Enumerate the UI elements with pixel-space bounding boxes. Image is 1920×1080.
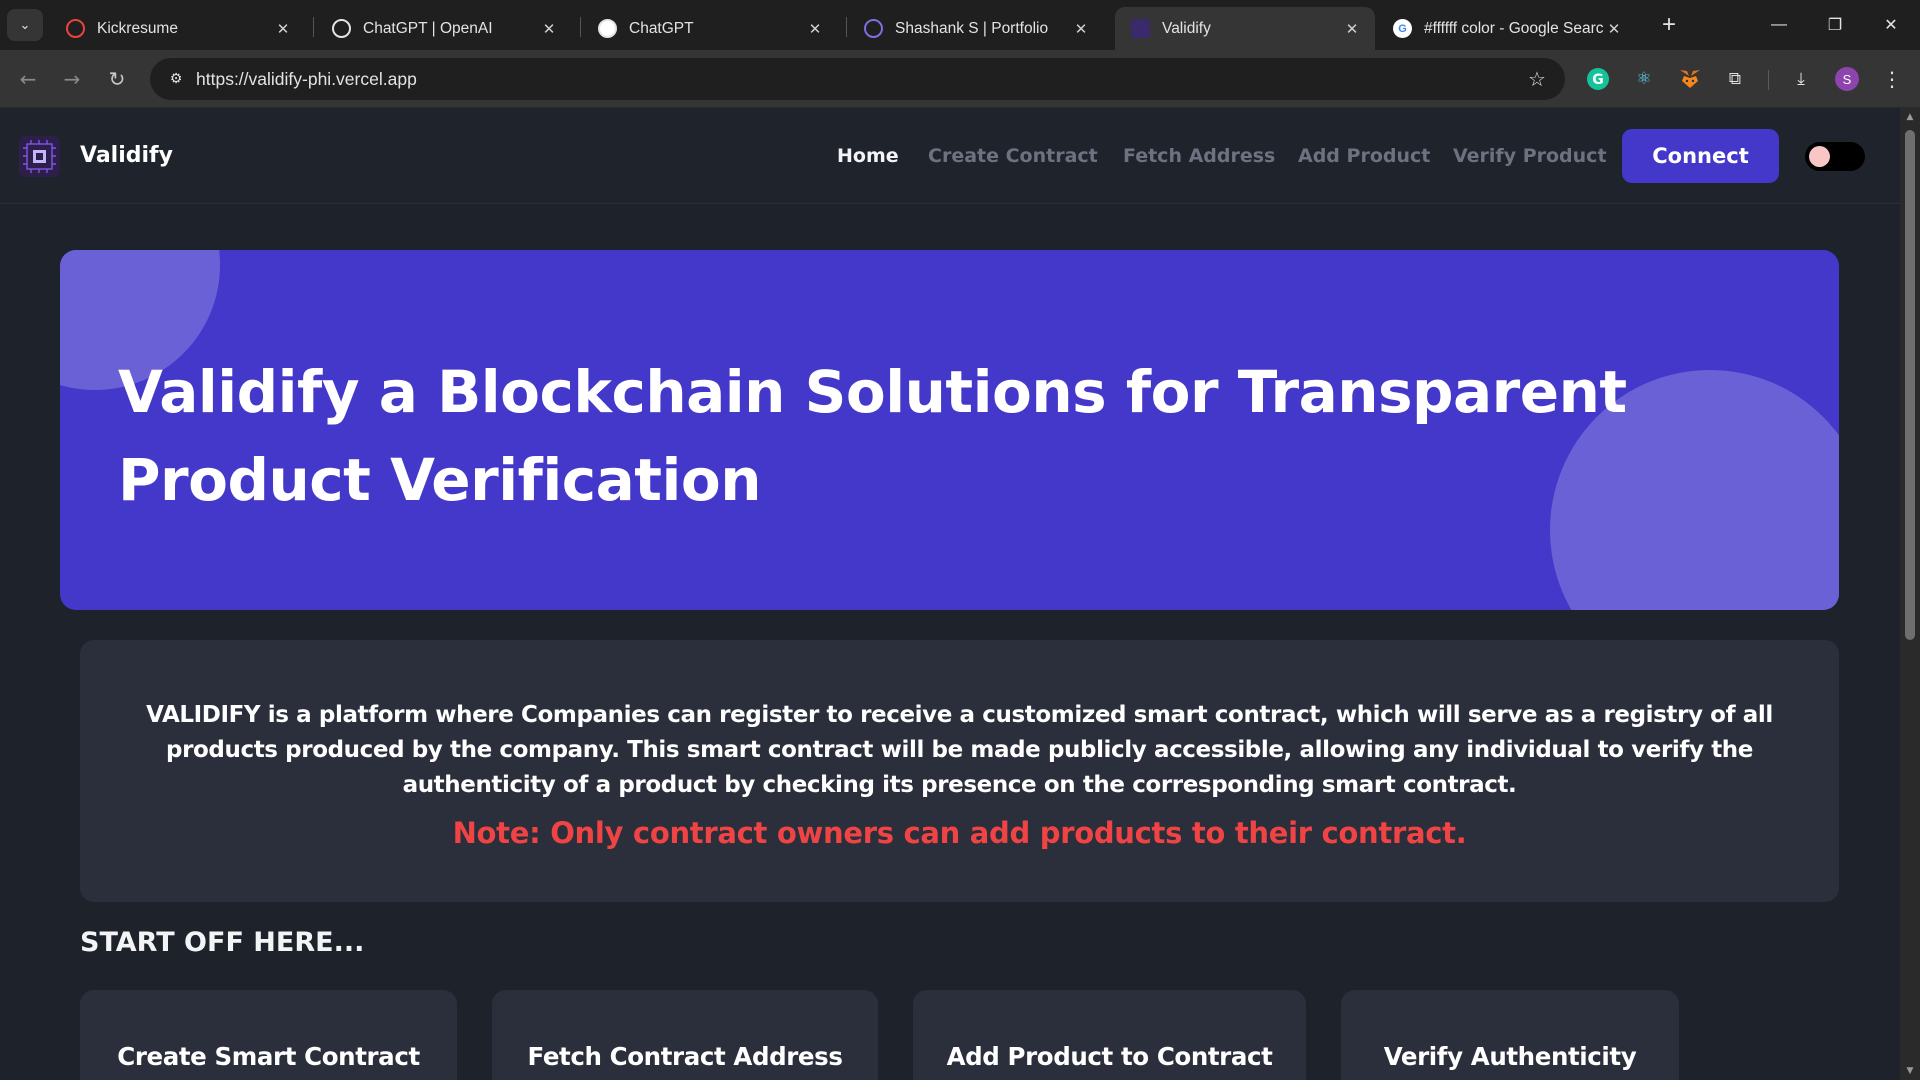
close-icon[interactable]: ✕ xyxy=(540,20,558,38)
close-icon[interactable]: ✕ xyxy=(274,20,292,38)
close-icon[interactable]: ✕ xyxy=(1343,20,1361,38)
svg-text:G: G xyxy=(1592,72,1604,88)
owner-note: Note: Only contract owners can add produ… xyxy=(452,816,1467,850)
openai-icon xyxy=(332,19,351,38)
about-section: VALIDIFY is a platform where Companies c… xyxy=(80,640,1839,902)
nav-link-create-contract[interactable]: Create Contract xyxy=(928,108,1098,204)
minimize-button[interactable]: — xyxy=(1751,0,1807,50)
browser-tab-chatgpt[interactable]: ChatGPT ✕ xyxy=(582,7,838,50)
nav-link-fetch-address[interactable]: Fetch Address xyxy=(1123,108,1275,204)
bookmark-star-icon[interactable]: ☆ xyxy=(1521,63,1553,95)
tab-title: Validify xyxy=(1162,19,1211,37)
about-description: VALIDIFY is a platform where Companies c… xyxy=(146,702,1773,798)
tab-title: ChatGPT xyxy=(629,19,694,37)
window-close-button[interactable]: ✕ xyxy=(1863,0,1919,50)
restore-icon: ❐ xyxy=(1827,17,1843,34)
close-icon: ✕ xyxy=(1884,17,1898,34)
address-bar[interactable]: ⚙ https://validify-phi.vercel.app ☆ xyxy=(150,58,1565,100)
download-icon[interactable]: ⤓ xyxy=(1785,63,1817,95)
google-icon: G xyxy=(1393,19,1412,38)
metamask-extension-icon[interactable] xyxy=(1674,63,1706,95)
browser-tab-google-search[interactable]: G #ffffff color - Google Searc ✕ xyxy=(1377,7,1637,50)
card-add-product-to-contract[interactable]: Add Product to Contract xyxy=(913,990,1306,1080)
brand-name[interactable]: Validify xyxy=(80,108,173,204)
browser-tab-validify[interactable]: Validify ✕ xyxy=(1115,7,1375,50)
avatar: S xyxy=(1835,67,1859,91)
hero-banner: Validify a Blockchain Solutions for Tran… xyxy=(60,250,1839,610)
connect-wallet-button[interactable]: Connect xyxy=(1622,129,1779,183)
url-text[interactable]: https://validify-phi.vercel.app xyxy=(196,58,417,100)
arrow-left-icon: ← xyxy=(19,67,37,91)
tab-title: Shashank S | Portfolio xyxy=(895,19,1049,37)
scrollbar-thumb[interactable] xyxy=(1905,130,1915,640)
nav-link-add-product[interactable]: Add Product xyxy=(1298,108,1430,204)
forward-button[interactable]: → xyxy=(56,63,88,95)
scroll-down-icon[interactable]: ▼ xyxy=(1900,1062,1920,1080)
restore-button[interactable]: ❐ xyxy=(1807,0,1863,50)
card-fetch-contract-address[interactable]: Fetch Contract Address xyxy=(492,990,878,1080)
arrow-right-icon: → xyxy=(63,67,81,91)
chevron-down-icon: ⌄ xyxy=(19,17,31,33)
reload-icon: ↻ xyxy=(108,67,126,91)
card-verify-authenticity[interactable]: Verify Authenticity xyxy=(1341,990,1679,1080)
card-create-smart-contract[interactable]: Create Smart Contract xyxy=(80,990,457,1080)
browser-toolbar: ← → ↻ ⚙ https://validify-phi.vercel.app … xyxy=(0,50,1920,108)
tab-title: ChatGPT | OpenAI xyxy=(363,19,493,37)
nav-link-verify-product[interactable]: Verify Product xyxy=(1453,108,1607,204)
openai-icon xyxy=(598,19,617,38)
scroll-up-icon[interactable]: ▲ xyxy=(1900,108,1920,126)
close-icon[interactable]: ✕ xyxy=(1072,20,1090,38)
toggle-knob xyxy=(1809,146,1830,167)
tab-title: #ffffff color - Google Searc xyxy=(1424,19,1604,37)
browser-tab-portfolio[interactable]: Shashank S | Portfolio ✕ xyxy=(848,7,1104,50)
theme-toggle[interactable] xyxy=(1805,142,1865,171)
plus-icon: + xyxy=(1661,11,1676,38)
validify-logo[interactable] xyxy=(19,136,60,177)
validify-icon xyxy=(1131,19,1150,38)
tab-search-button[interactable]: ⌄ xyxy=(7,9,43,41)
browser-menu-icon[interactable]: ⋮ xyxy=(1876,63,1908,95)
reload-button[interactable]: ↻ xyxy=(101,63,133,95)
close-icon[interactable]: ✕ xyxy=(806,20,824,38)
card-title: Create Smart Contract xyxy=(117,1042,420,1071)
react-devtools-extension-icon[interactable]: ⚛ xyxy=(1628,63,1660,95)
grammarly-extension-icon[interactable]: G xyxy=(1582,63,1614,95)
start-heading: START OFF HERE... xyxy=(80,927,365,958)
close-icon[interactable]: ✕ xyxy=(1605,20,1623,38)
profile-avatar[interactable]: S xyxy=(1831,63,1863,95)
web-page: Validify Home Create Contract Fetch Addr… xyxy=(0,108,1900,1080)
portfolio-icon xyxy=(864,19,883,38)
site-navbar: Validify Home Create Contract Fetch Addr… xyxy=(0,108,1900,204)
tab-title: Kickresume xyxy=(97,19,178,37)
card-title: Add Product to Contract xyxy=(946,1042,1273,1071)
page-scrollbar[interactable]: ▲ ▼ xyxy=(1900,108,1920,1080)
back-button[interactable]: ← xyxy=(12,63,44,95)
kickresume-icon xyxy=(66,19,85,38)
minimize-icon: — xyxy=(1771,16,1787,33)
browser-tabstrip: ⌄ Kickresume ✕ ChatGPT | OpenAI ✕ ChatGP… xyxy=(0,0,1920,50)
card-title: Verify Authenticity xyxy=(1383,1042,1637,1071)
new-tab-button[interactable]: + xyxy=(1654,10,1684,40)
nav-link-home[interactable]: Home xyxy=(837,108,899,204)
hero-title: Validify a Blockchain Solutions for Tran… xyxy=(118,358,1627,514)
card-title: Fetch Contract Address xyxy=(527,1042,843,1071)
browser-tab-chatgpt-openai[interactable]: ChatGPT | OpenAI ✕ xyxy=(316,7,572,50)
extensions-puzzle-icon[interactable]: ⧉ xyxy=(1719,63,1751,95)
browser-tab-kickresume[interactable]: Kickresume ✕ xyxy=(50,7,306,50)
site-info-icon[interactable]: ⚙ xyxy=(160,63,192,95)
